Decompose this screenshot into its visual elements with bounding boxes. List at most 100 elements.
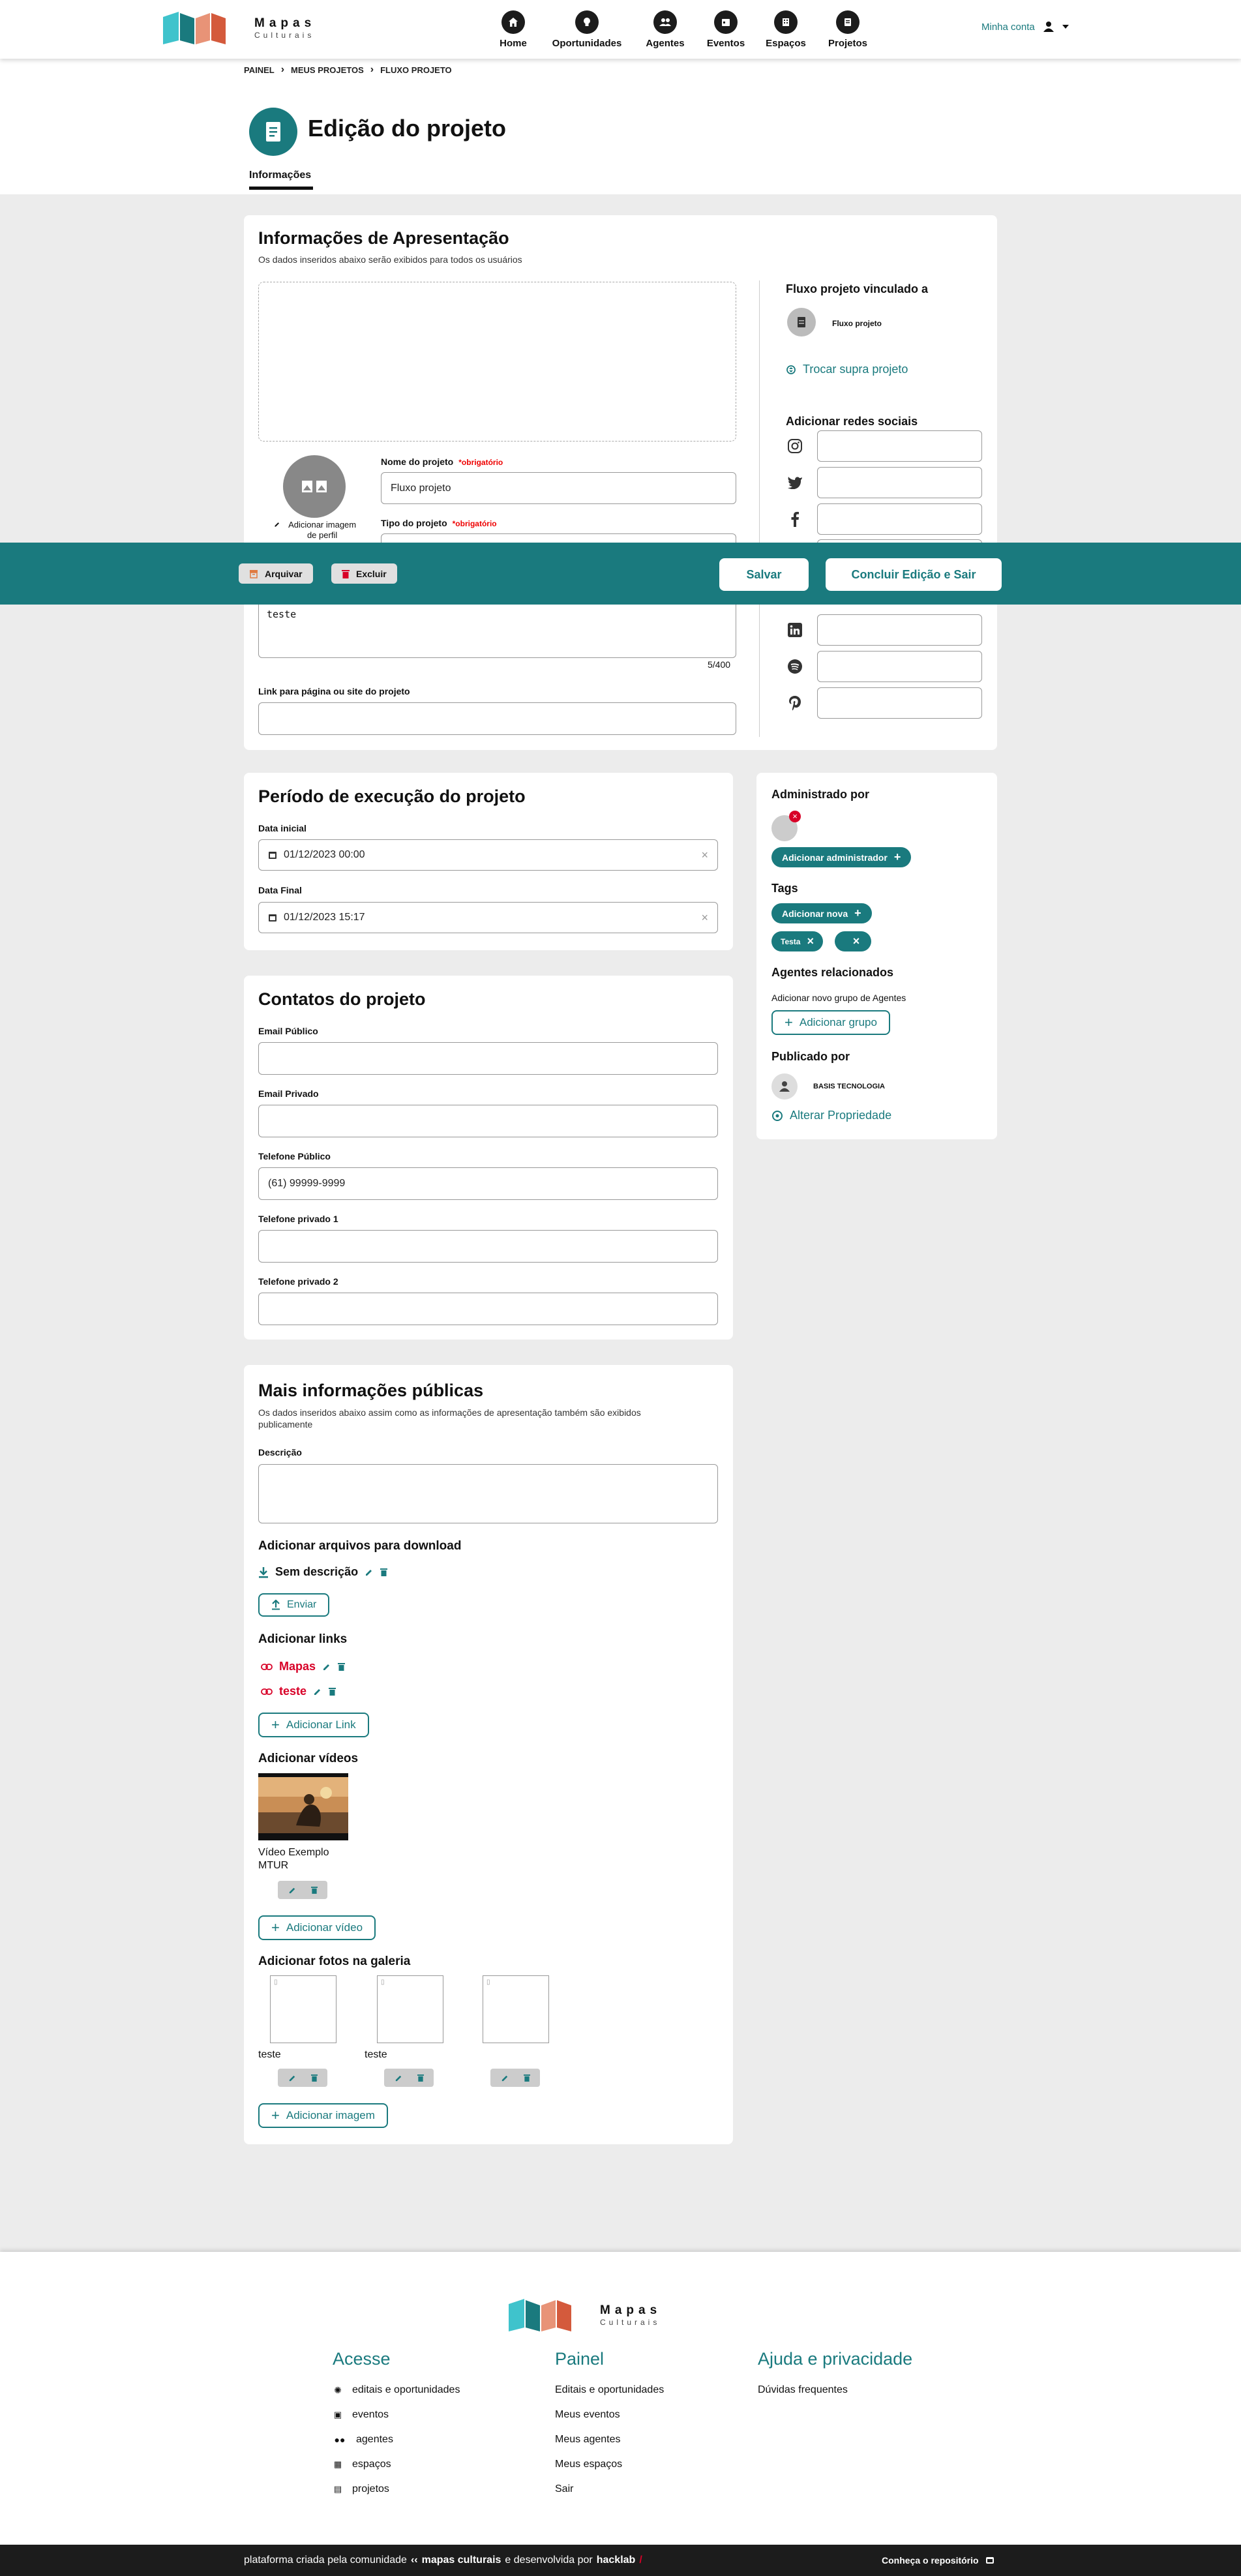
site-logo[interactable]: Mapas Culturais <box>163 12 316 44</box>
footer-link[interactable]: Dúvidas frequentes <box>758 2384 848 2396</box>
trash-icon[interactable] <box>329 1687 336 1696</box>
short-description-textarea[interactable]: teste <box>258 603 736 658</box>
description-textarea[interactable] <box>258 1464 718 1523</box>
footer-link[interactable]: Meus espaços <box>555 2459 622 2470</box>
footer-link[interactable]: ●● agentes <box>333 2434 393 2446</box>
public-phone-input[interactable]: (61) 99999-9999 <box>258 1167 718 1200</box>
pencil-icon[interactable] <box>501 2074 509 2082</box>
linked-project-name[interactable]: Fluxo projeto <box>832 319 882 328</box>
contact-label: Telefone privado 2 <box>258 1276 338 1287</box>
footer-link[interactable]: ▦ espaços <box>333 2459 391 2470</box>
facebook-input[interactable] <box>817 503 982 535</box>
link-text[interactable]: teste <box>279 1685 307 1698</box>
trash-icon[interactable] <box>310 2074 318 2082</box>
footer-link[interactable]: ✺ editais e oportunidades <box>333 2384 460 2396</box>
add-group-button[interactable]: + Adicionar grupo <box>771 1010 890 1035</box>
site-header: Mapas Culturais Home Oportunidades Agent… <box>0 0 1241 59</box>
trash-icon[interactable] <box>523 2074 530 2082</box>
publisher-name[interactable]: BASIS TECNOLOGIA <box>813 1083 885 1090</box>
breadcrumb-item[interactable]: PAINEL <box>244 65 275 75</box>
add-admin-button[interactable]: Adicionar administrador + <box>771 847 912 867</box>
delete-button[interactable]: Excluir <box>331 563 397 584</box>
credit-community[interactable]: mapas culturais <box>422 2554 501 2566</box>
twitter-input[interactable] <box>817 467 982 498</box>
remove-tag-icon[interactable]: × <box>807 935 814 948</box>
linkedin-input[interactable] <box>817 614 982 646</box>
add-link-button[interactable]: + Adicionar Link <box>258 1713 369 1737</box>
remove-tag-icon[interactable]: × <box>853 935 860 948</box>
footer-link[interactable]: Sair <box>555 2483 573 2495</box>
end-date-value: 01/12/2023 15:17 <box>284 912 365 923</box>
send-file-button[interactable]: Enviar <box>258 1593 330 1617</box>
remove-admin-icon[interactable]: × <box>789 811 801 822</box>
trash-icon[interactable] <box>310 1886 318 1894</box>
breadcrumb-item: FLUXO PROJETO <box>380 65 452 75</box>
nav-projetos[interactable]: Projetos <box>812 10 884 49</box>
pencil-icon[interactable] <box>395 2074 403 2082</box>
footer-col-title: Acesse <box>333 2349 391 2369</box>
change-owner-link[interactable]: Alterar Propriedade <box>771 1109 891 1122</box>
presentation-title: Informações de Apresentação <box>258 228 509 248</box>
end-date-input[interactable]: 01/12/2023 15:17 × <box>258 902 718 933</box>
pinterest-input[interactable] <box>817 687 982 719</box>
linked-title: Fluxo projeto vinculado a <box>786 282 929 295</box>
add-video-button[interactable]: + Adicionar vídeo <box>258 1915 376 1940</box>
pencil-icon[interactable] <box>313 1687 322 1696</box>
change-parent-link[interactable]: Trocar supra projeto <box>786 363 908 376</box>
avatar-caption[interactable]: Adicionar imagem de perfil <box>274 520 359 541</box>
gallery-image[interactable]: ▯ <box>483 1975 549 2043</box>
gallery-image[interactable]: ▯ <box>377 1975 443 2043</box>
footer-link[interactable]: ▣ eventos <box>333 2409 389 2421</box>
more-info-subtitle: Os dados inseridos abaixo assim como as … <box>258 1407 641 1430</box>
pencil-icon[interactable] <box>365 1568 374 1577</box>
swap-icon <box>772 1110 783 1121</box>
archive-button[interactable]: Arquivar <box>239 563 313 584</box>
footer-link[interactable]: ▤ projetos <box>333 2483 389 2495</box>
link-text[interactable]: Mapas <box>279 1660 316 1673</box>
nav-espacos[interactable]: Espaços <box>750 10 822 49</box>
avatar-upload[interactable] <box>283 455 346 518</box>
public-email-input[interactable] <box>258 1042 718 1075</box>
video-preview-image <box>258 1773 348 1840</box>
add-tag-button[interactable]: Adicionar nova + <box>771 903 872 923</box>
file-name[interactable]: Sem descrição <box>275 1565 358 1579</box>
cover-image-dropzone[interactable] <box>258 282 736 442</box>
spotify-input[interactable] <box>817 651 982 682</box>
start-date-input[interactable]: 01/12/2023 00:00 × <box>258 839 718 871</box>
download-icon[interactable] <box>258 1566 269 1578</box>
add-image-button[interactable]: + Adicionar imagem <box>258 2103 388 2128</box>
private-phone2-input[interactable] <box>258 1293 718 1325</box>
footer-link[interactable]: Meus eventos <box>555 2409 620 2421</box>
videos-title: Adicionar vídeos <box>258 1752 359 1765</box>
clear-icon[interactable]: × <box>701 848 708 862</box>
credit-dev[interactable]: hacklab <box>597 2554 636 2566</box>
nav-oportunidades[interactable]: Oportunidades <box>551 10 623 49</box>
save-button[interactable]: Salvar <box>719 558 809 591</box>
account-menu[interactable]: Minha conta <box>981 21 1069 33</box>
logo-line2: Culturais <box>600 2318 661 2327</box>
instagram-input[interactable] <box>817 430 982 462</box>
project-name-input[interactable]: Fluxo projeto <box>381 472 736 504</box>
video-thumbnail[interactable] <box>258 1773 348 1840</box>
pencil-icon[interactable] <box>322 1662 331 1671</box>
site-footer <box>0 2252 1241 2545</box>
repo-link[interactable]: Conheça o repositório <box>882 2555 994 2566</box>
finish-button[interactable]: Concluir Edição e Sair <box>826 558 1002 591</box>
clear-icon[interactable]: × <box>701 911 708 925</box>
site-link-input[interactable] <box>258 702 736 735</box>
pencil-icon[interactable] <box>288 1886 297 1895</box>
breadcrumb-item[interactable]: MEUS PROJETOS <box>291 65 364 75</box>
trash-icon[interactable] <box>380 1568 388 1576</box>
private-phone1-input[interactable] <box>258 1230 718 1263</box>
footer-link[interactable]: Editais e oportunidades <box>555 2384 664 2396</box>
gallery-image[interactable]: ▯ <box>270 1975 336 2043</box>
footer-logo[interactable]: Mapas Culturais <box>509 2299 661 2331</box>
tab-informacoes[interactable]: Informações <box>249 170 313 190</box>
trash-icon[interactable] <box>417 2074 424 2082</box>
private-email-input[interactable] <box>258 1105 718 1137</box>
nav-home[interactable]: Home <box>477 10 549 49</box>
breadcrumb: PAINEL › MEUS PROJETOS › FLUXO PROJETO <box>244 64 452 76</box>
pencil-icon[interactable] <box>288 2074 297 2082</box>
trash-icon[interactable] <box>338 1662 346 1671</box>
footer-link[interactable]: Meus agentes <box>555 2434 621 2446</box>
